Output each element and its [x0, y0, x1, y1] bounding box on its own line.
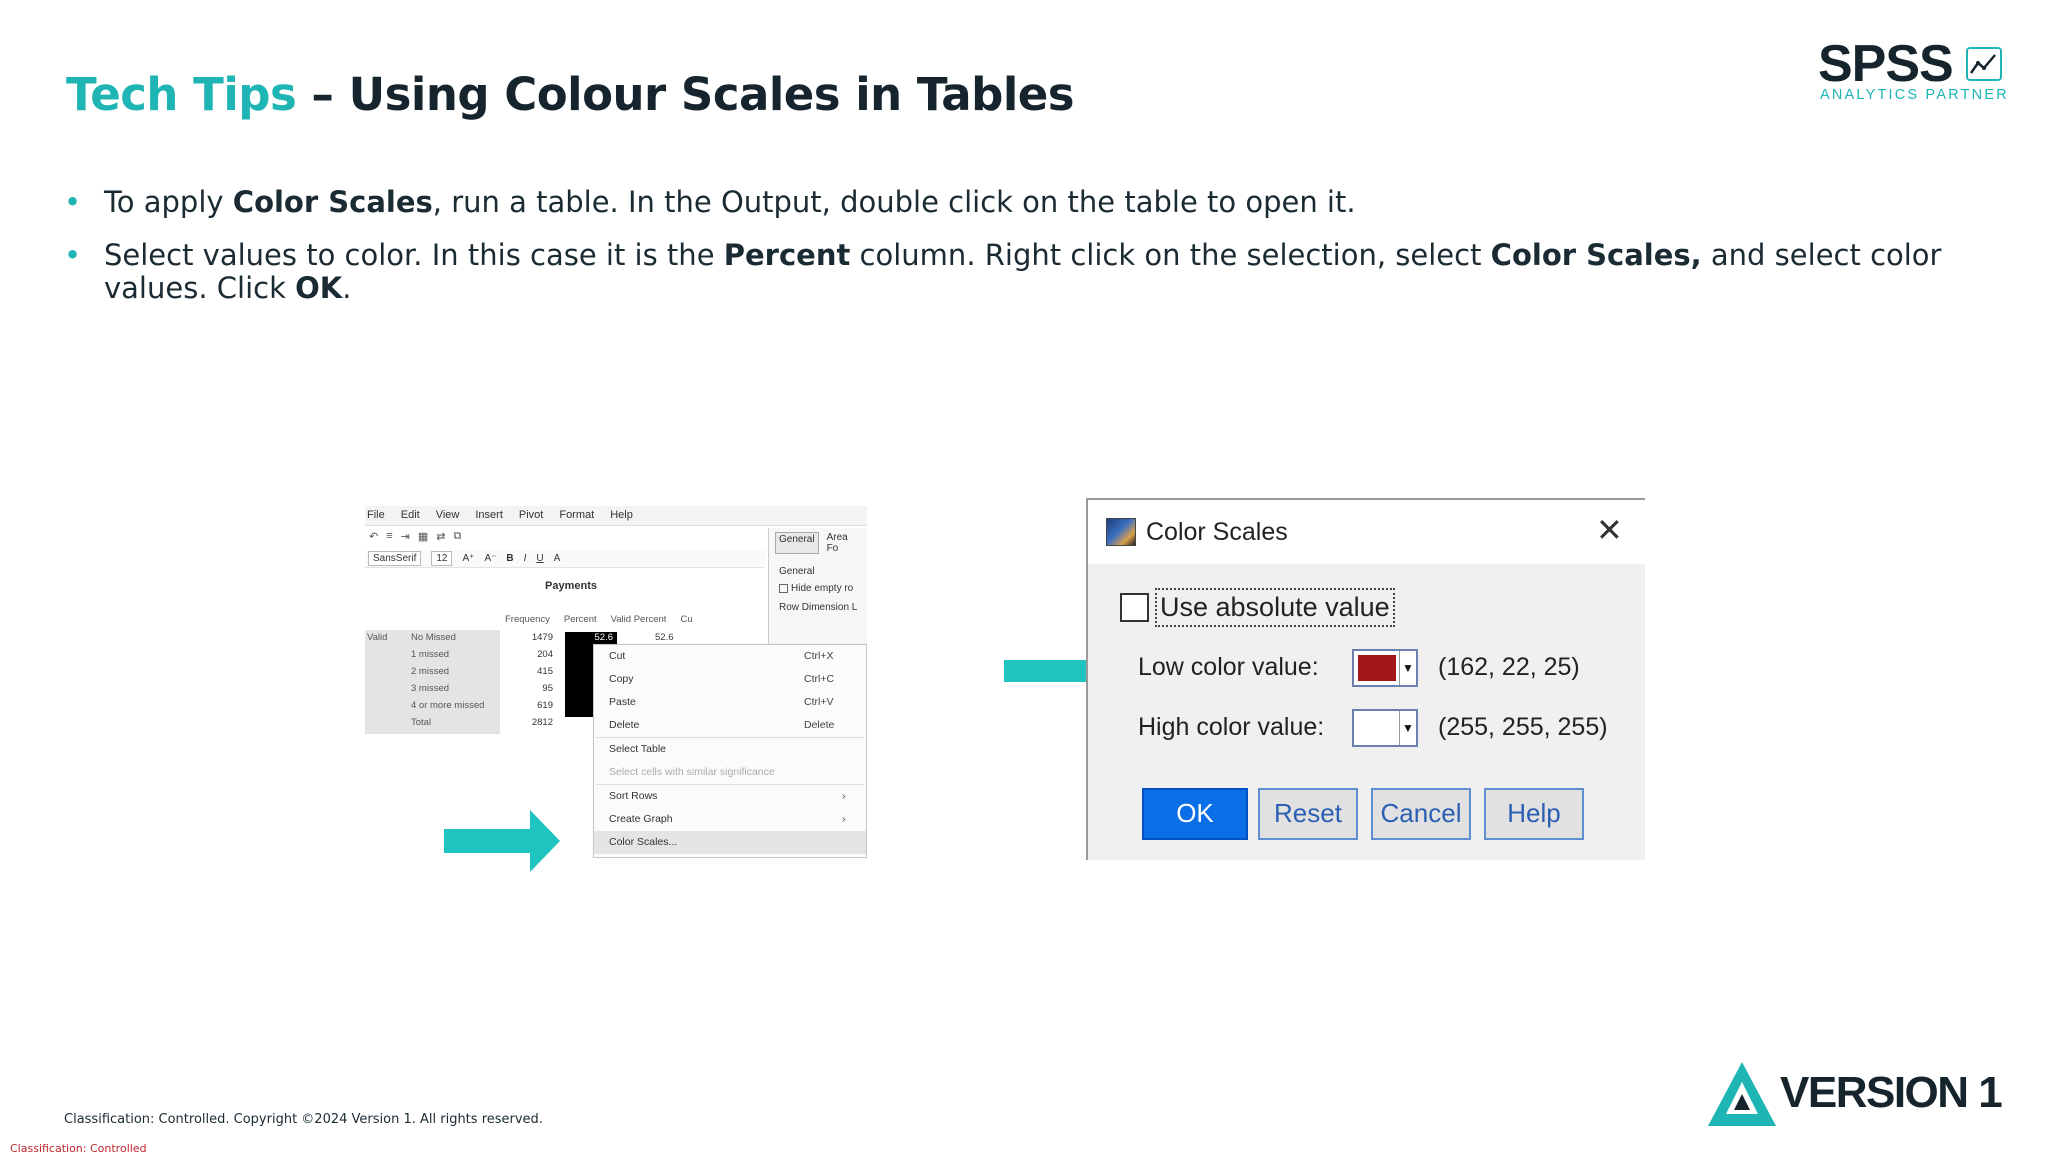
- high-color-picker[interactable]: ▼: [1352, 709, 1418, 747]
- low-color-picker[interactable]: ▼: [1352, 649, 1418, 687]
- high-color-label: High color value:: [1138, 713, 1325, 741]
- layers-icon[interactable]: ⧉: [453, 530, 461, 544]
- dialog-app-icon: [1106, 518, 1136, 546]
- submenu-arrow-icon: ›: [842, 813, 846, 825]
- dropdown-arrow-icon[interactable]: ▼: [1399, 651, 1416, 685]
- dialog-title: Color Scales: [1146, 518, 1288, 546]
- title-accent: Tech Tips: [66, 68, 297, 121]
- row-dimension-label: Row Dimension L: [779, 602, 858, 613]
- menu-file[interactable]: File: [367, 509, 385, 522]
- version1-logo: VERSION 1: [1706, 1060, 2012, 1128]
- spss-logo-wordmark: SPSS: [1818, 35, 1954, 93]
- swap-icon[interactable]: ⇄: [436, 530, 445, 544]
- text-color-icon[interactable]: A: [554, 553, 561, 564]
- menu-pivot[interactable]: Pivot: [519, 509, 543, 522]
- menu-item-select-similar: Select cells with similar significance: [609, 766, 775, 778]
- menu-help[interactable]: Help: [610, 509, 633, 522]
- spss-output-screenshot: File Edit View Insert Pivot Format Help …: [365, 506, 867, 858]
- spss-toolbar: ↶ ≡ ⇥ ▦ ⇄ ⧉: [365, 528, 765, 546]
- italic-icon[interactable]: I: [524, 553, 527, 564]
- menu-item-sort-rows[interactable]: Sort Rows ›: [594, 785, 866, 808]
- use-absolute-value-checkbox[interactable]: [1120, 593, 1149, 622]
- copyright-footer: Classification: Controlled. Copyright ©2…: [64, 1112, 543, 1127]
- classification-label: Classification: Controlled: [10, 1142, 147, 1152]
- increase-font-icon[interactable]: A⁺: [462, 553, 474, 564]
- pivot-icon[interactable]: ▦: [418, 530, 428, 544]
- indent-icon[interactable]: ⇥: [401, 530, 410, 544]
- menu-edit[interactable]: Edit: [401, 509, 420, 522]
- undo-icon[interactable]: ↶: [369, 530, 378, 544]
- low-color-label: Low color value:: [1138, 653, 1319, 681]
- cancel-button[interactable]: Cancel: [1371, 788, 1471, 840]
- tab-area-format[interactable]: Area Fo: [827, 532, 861, 554]
- close-icon[interactable]: ✕: [1596, 514, 1623, 546]
- tab-general[interactable]: General: [775, 532, 819, 554]
- menu-item-color-scales[interactable]: Color Scales...: [594, 831, 866, 854]
- version1-triangle-icon: [1708, 1062, 1776, 1126]
- spss-menubar: File Edit View Insert Pivot Format Help: [365, 506, 867, 526]
- panel-group-label: General: [779, 566, 815, 577]
- font-size-select[interactable]: 12: [431, 551, 453, 566]
- menu-item-paste[interactable]: Paste Ctrl+V: [594, 691, 866, 714]
- menu-format[interactable]: Format: [559, 509, 594, 522]
- low-color-swatch: [1358, 655, 1396, 681]
- high-color-swatch: [1358, 715, 1396, 741]
- font-select[interactable]: SansSerif: [368, 551, 422, 566]
- low-color-rgb: (162, 22, 25): [1438, 653, 1580, 681]
- menu-item-create-graph[interactable]: Create Graph ›: [594, 808, 866, 831]
- menu-item-copy[interactable]: Copy Ctrl+C: [594, 668, 866, 691]
- dropdown-arrow-icon[interactable]: ▼: [1399, 711, 1416, 745]
- column-header: Valid Percent: [610, 614, 667, 625]
- hide-empty-rows-checkbox[interactable]: Hide empty ro: [769, 579, 867, 598]
- menu-insert[interactable]: Insert: [475, 509, 503, 522]
- column-header: Cu: [680, 614, 693, 625]
- menu-item-cut[interactable]: Cut Ctrl+X: [594, 645, 866, 668]
- spss-logo: SPSS ANALYTICS PARTNER: [1818, 36, 2007, 106]
- underline-icon[interactable]: U: [536, 553, 543, 564]
- page-title: Tech Tips – Using Colour Scales in Table…: [66, 68, 1075, 121]
- menu-view[interactable]: View: [436, 509, 460, 522]
- ok-button[interactable]: OK: [1142, 788, 1248, 840]
- bold-icon[interactable]: B: [506, 553, 513, 564]
- format-toolbar: SansSerif 12 A⁺ A⁻ B I U A: [365, 550, 765, 568]
- menu-item-select-table[interactable]: Select Table: [594, 738, 866, 761]
- spss-logo-tagline: ANALYTICS PARTNER: [1820, 87, 2009, 103]
- align-icon[interactable]: ≡: [386, 530, 392, 544]
- column-header: Frequency: [505, 614, 550, 625]
- analytics-chart-icon: [1966, 47, 2002, 81]
- menu-item-delete[interactable]: Delete Delete: [594, 714, 866, 737]
- color-scales-dialog: Color Scales ✕ Use absolute value Low co…: [1086, 498, 1645, 860]
- slide: Tech Tips – Using Colour Scales in Table…: [0, 0, 2048, 1152]
- decrease-font-icon[interactable]: A⁻: [484, 553, 496, 564]
- checkbox-icon: [779, 583, 788, 593]
- submenu-arrow-icon: ›: [842, 790, 846, 802]
- table-title: Payments: [545, 580, 597, 592]
- dialog-titlebar: Color Scales ✕: [1088, 500, 1645, 564]
- title-rest: – Using Colour Scales in Tables: [296, 68, 1075, 121]
- high-color-rgb: (255, 255, 255): [1438, 713, 1608, 741]
- column-header: Percent: [563, 614, 597, 625]
- help-button[interactable]: Help: [1484, 788, 1584, 840]
- reset-button[interactable]: Reset: [1258, 788, 1358, 840]
- column-headers: Frequency Percent Valid Percent Cu: [505, 614, 693, 625]
- version1-wordmark: VERSION 1: [1780, 1068, 2003, 1117]
- bullet-item: Select values to color. In this case it …: [64, 239, 1994, 305]
- arrow-icon: [444, 810, 560, 872]
- instruction-list: To apply Color Scales, run a table. In t…: [64, 186, 1994, 325]
- use-absolute-value-label[interactable]: Use absolute value: [1155, 588, 1395, 627]
- bullet-item: To apply Color Scales, run a table. In t…: [64, 186, 1994, 220]
- context-menu: Cut Ctrl+X Copy Ctrl+C Paste Ctrl+V Delete D…: [593, 644, 867, 858]
